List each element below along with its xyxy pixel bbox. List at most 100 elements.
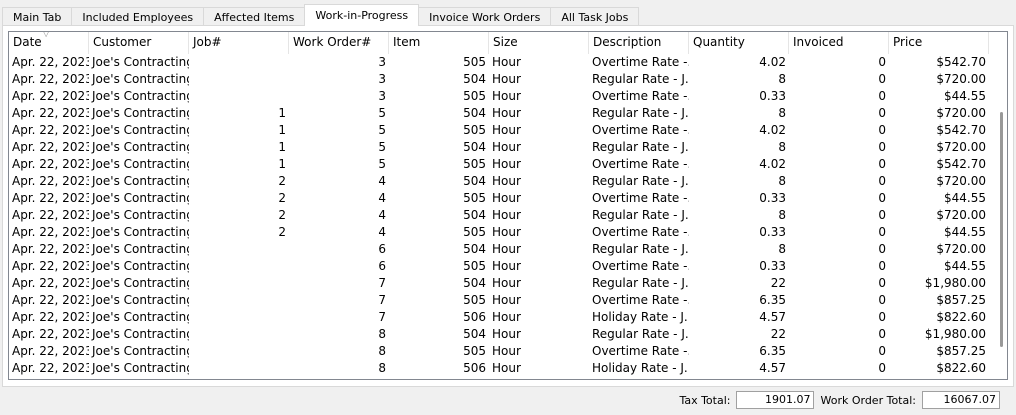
table-cell: [189, 71, 289, 88]
table-cell: 4: [378, 174, 386, 188]
tab-all-task-jobs[interactable]: All Task Jobs: [550, 7, 640, 26]
table-row[interactable]: Apr. 22, 2023 Joe's Contracting 1 5 505 Hour O…: [9, 156, 1007, 173]
table-row[interactable]: Apr. 22, 2023 Joe's Contracting 3 505 Hour Ov…: [9, 54, 1007, 71]
table-cell: 504: [463, 242, 486, 256]
table-cell: Hour: [492, 361, 521, 375]
vertical-scrollbar[interactable]: [1000, 112, 1003, 347]
table-row[interactable]: Apr. 22, 2023 Joe's Contracting 7 504 Hour Re…: [9, 275, 1007, 292]
table-cell: Apr. 22, 2023: [12, 242, 89, 256]
column-header-price[interactable]: Price: [889, 32, 989, 54]
table-cell: [189, 258, 289, 275]
table-row[interactable]: Apr. 22, 2023 Joe's Contracting 2 4 505 Hour O…: [9, 224, 1007, 241]
table-cell: 8: [778, 242, 786, 256]
work-order-total-field[interactable]: 16067.07: [922, 391, 1000, 409]
table-cell: 0: [878, 259, 886, 273]
tab-affected-items[interactable]: Affected Items: [203, 7, 306, 26]
table-cell: $542.70: [936, 123, 986, 137]
table-cell: Joe's Contracting: [92, 89, 189, 103]
table-cell: 0: [878, 89, 886, 103]
table-cell: Apr. 22, 2023: [12, 208, 89, 222]
table-row[interactable]: Apr. 22, 2023 Joe's Contracting 1 5 504 Hour R…: [9, 139, 1007, 156]
tab-main-tab[interactable]: Main Tab: [2, 7, 73, 26]
table-cell: Regular Rate - J...: [592, 242, 689, 256]
table-cell: Joe's Contracting: [92, 208, 189, 222]
table-cell: 0.33: [759, 89, 786, 103]
column-header-description[interactable]: Description: [589, 32, 689, 54]
table-cell: Regular Rate - J...: [592, 72, 689, 86]
totals-bar: Tax Total: 1901.07 Work Order Total: 160…: [679, 391, 1000, 409]
table-cell: 4.02: [759, 123, 786, 137]
table-row[interactable]: Apr. 22, 2023 Joe's Contracting 3 505 Hour Ov…: [9, 88, 1007, 105]
table-row[interactable]: Apr. 22, 2023 Joe's Contracting 1 5 504 Hour R…: [9, 105, 1007, 122]
table-cell: $1,980.00: [924, 327, 986, 341]
table-row[interactable]: Apr. 22, 2023 Joe's Contracting 2 4 504 Hour R…: [9, 173, 1007, 190]
table-cell: 505: [463, 157, 486, 171]
table-cell: 4: [378, 191, 386, 205]
grid-body: Apr. 22, 2023 Joe's Contracting 3 505 Hour Ov…: [9, 54, 1007, 377]
table-cell: Apr. 22, 2023: [12, 225, 89, 239]
table-row[interactable]: Apr. 22, 2023 Joe's Contracting 8 506 Hour Ho…: [9, 360, 1007, 377]
table-cell: Hour: [492, 72, 521, 86]
column-header-quantity[interactable]: Quantity: [689, 32, 789, 54]
work-order-total-label: Work Order Total:: [820, 393, 916, 407]
table-cell: 8: [778, 72, 786, 86]
table-cell: 0: [878, 191, 886, 205]
table-row[interactable]: Apr. 22, 2023 Joe's Contracting 8 505 Hour Ov…: [9, 343, 1007, 360]
grid-header: ▽ Date Customer Job# Work Order# Item Size Des…: [9, 32, 1007, 54]
column-header-size[interactable]: Size: [489, 32, 589, 54]
tab-work-in-progress[interactable]: Work-in-Progress: [304, 4, 420, 26]
table-cell: Hour: [492, 344, 521, 358]
table-cell: Apr. 22, 2023: [12, 72, 89, 86]
table-cell: Hour: [492, 259, 521, 273]
column-header-job-[interactable]: Job#: [189, 32, 289, 54]
table-row[interactable]: Apr. 22, 2023 Joe's Contracting 2 4 504 Hour R…: [9, 207, 1007, 224]
table-row[interactable]: Apr. 22, 2023 Joe's Contracting 7 505 Hour Ov…: [9, 292, 1007, 309]
table-cell: Overtime Rate -...: [592, 157, 689, 171]
table-row[interactable]: Apr. 22, 2023 Joe's Contracting 6 505 Hour Ov…: [9, 258, 1007, 275]
table-cell: Joe's Contracting: [92, 106, 189, 120]
table-row[interactable]: Apr. 22, 2023 Joe's Contracting 2 4 505 Hour O…: [9, 190, 1007, 207]
column-header-invoiced[interactable]: Invoiced: [789, 32, 889, 54]
table-row[interactable]: Apr. 22, 2023 Joe's Contracting 1 5 505 Hour O…: [9, 122, 1007, 139]
tax-total-field[interactable]: 1901.07: [736, 391, 815, 409]
table-cell: $44.55: [944, 225, 986, 239]
table-cell: Hour: [492, 225, 521, 239]
column-header-customer[interactable]: Customer: [89, 32, 189, 54]
table-cell: [189, 241, 289, 258]
table-cell: 5: [378, 123, 386, 137]
table-cell: 504: [463, 106, 486, 120]
table-cell: 5: [378, 106, 386, 120]
work-in-progress-grid[interactable]: ▽ Date Customer Job# Work Order# Item Size Des…: [8, 31, 1008, 380]
table-cell: 0: [878, 55, 886, 69]
table-row[interactable]: Apr. 22, 2023 Joe's Contracting 8 504 Hour Re…: [9, 326, 1007, 343]
tab-invoice-work-orders[interactable]: Invoice Work Orders: [418, 7, 552, 26]
table-cell: 504: [463, 327, 486, 341]
table-cell: $720.00: [936, 72, 986, 86]
table-cell: 506: [463, 361, 486, 375]
table-cell: Joe's Contracting: [92, 123, 189, 137]
table-cell: 505: [463, 123, 486, 137]
table-cell: 8: [778, 174, 786, 188]
table-cell: Holiday Rate - J...: [592, 310, 689, 324]
table-row[interactable]: Apr. 22, 2023 Joe's Contracting 7 506 Hour Ho…: [9, 309, 1007, 326]
table-cell: 1: [278, 140, 286, 154]
column-header-work-order-[interactable]: Work Order#: [289, 32, 389, 54]
table-cell: 5: [378, 157, 386, 171]
table-cell: 0: [878, 276, 886, 290]
table-cell: Joe's Contracting: [92, 174, 189, 188]
table-cell: Hour: [492, 242, 521, 256]
table-cell: 0: [878, 225, 886, 239]
table-row[interactable]: Apr. 22, 2023 Joe's Contracting 6 504 Hour Re…: [9, 241, 1007, 258]
table-cell: Overtime Rate -...: [592, 259, 689, 273]
table-cell: $822.60: [936, 361, 986, 375]
table-cell: 0: [878, 242, 886, 256]
tab-panel: ▽ Date Customer Job# Work Order# Item Size Des…: [2, 25, 1014, 387]
table-cell: 0: [878, 327, 886, 341]
table-cell: Hour: [492, 293, 521, 307]
tab-included-employees[interactable]: Included Employees: [71, 7, 205, 26]
table-cell: Apr. 22, 2023: [12, 191, 89, 205]
column-header-item[interactable]: Item: [389, 32, 489, 54]
table-row[interactable]: Apr. 22, 2023 Joe's Contracting 3 504 Hour Re…: [9, 71, 1007, 88]
table-cell: $720.00: [936, 140, 986, 154]
table-cell: 0.33: [759, 259, 786, 273]
